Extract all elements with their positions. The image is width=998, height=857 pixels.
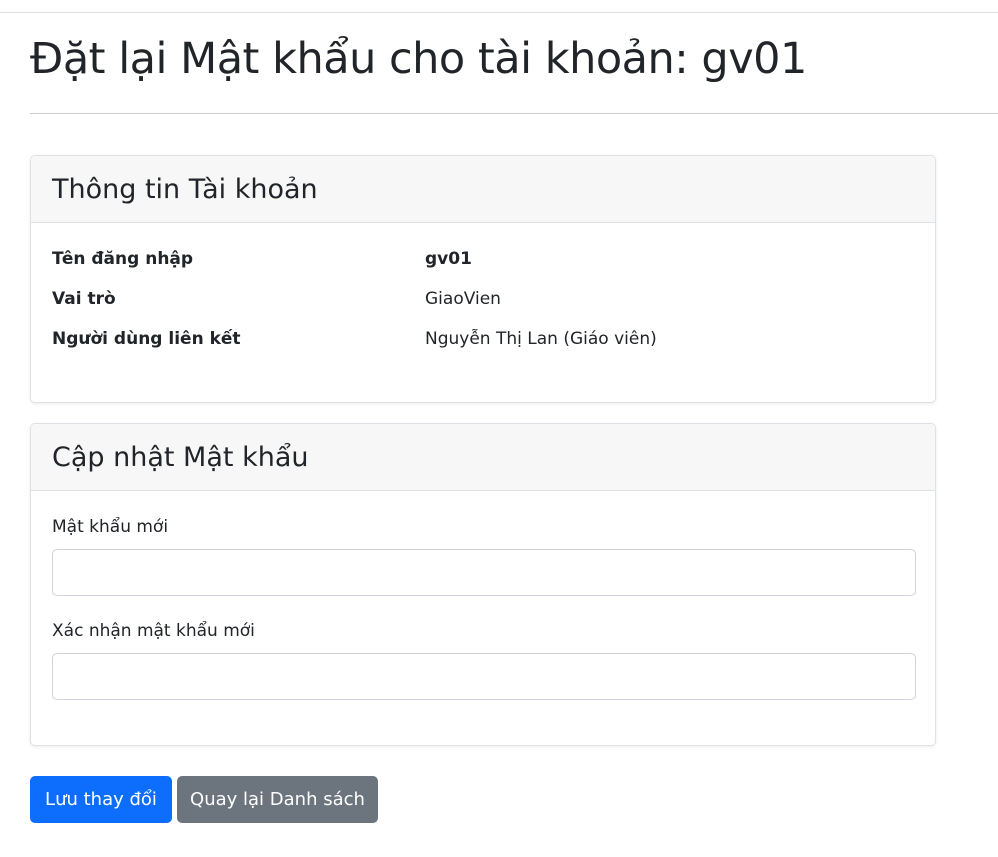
new-password-input[interactable] xyxy=(52,549,916,596)
new-password-label: Mật khẩu mới xyxy=(52,517,169,537)
info-row-linked-user: Người dùng liên kết Nguyễn Thị Lan (Giáo … xyxy=(52,319,914,359)
title-divider xyxy=(30,113,998,114)
save-button[interactable]: Lưu thay đổi xyxy=(30,776,172,823)
password-card: Cập nhật Mật khẩu Mật khẩu mới Xác nhận … xyxy=(30,423,936,746)
password-card-title: Cập nhật Mật khẩu xyxy=(31,424,935,491)
confirm-password-input[interactable] xyxy=(52,653,916,700)
back-to-list-button[interactable]: Quay lại Danh sách xyxy=(177,776,378,823)
account-info-card: Thông tin Tài khoản Tên đăng nhập gv01 Va… xyxy=(30,155,936,403)
info-label: Người dùng liên kết xyxy=(52,329,241,349)
info-row-role: Vai trò GiaoVien xyxy=(52,279,914,319)
info-row-username: Tên đăng nhập gv01 xyxy=(52,239,914,279)
account-info-card-title: Thông tin Tài khoản xyxy=(31,156,935,223)
confirm-password-label: Xác nhận mật khẩu mới xyxy=(52,621,255,641)
info-value: Nguyễn Thị Lan (Giáo viên) xyxy=(425,329,657,349)
page-title: Đặt lại Mật khẩu cho tài khoản: gv01 xyxy=(30,34,807,84)
info-value: gv01 xyxy=(425,249,472,269)
info-label: Vai trò xyxy=(52,289,116,309)
top-divider xyxy=(0,12,998,13)
info-label: Tên đăng nhập xyxy=(52,249,194,269)
info-value: GiaoVien xyxy=(425,289,501,309)
